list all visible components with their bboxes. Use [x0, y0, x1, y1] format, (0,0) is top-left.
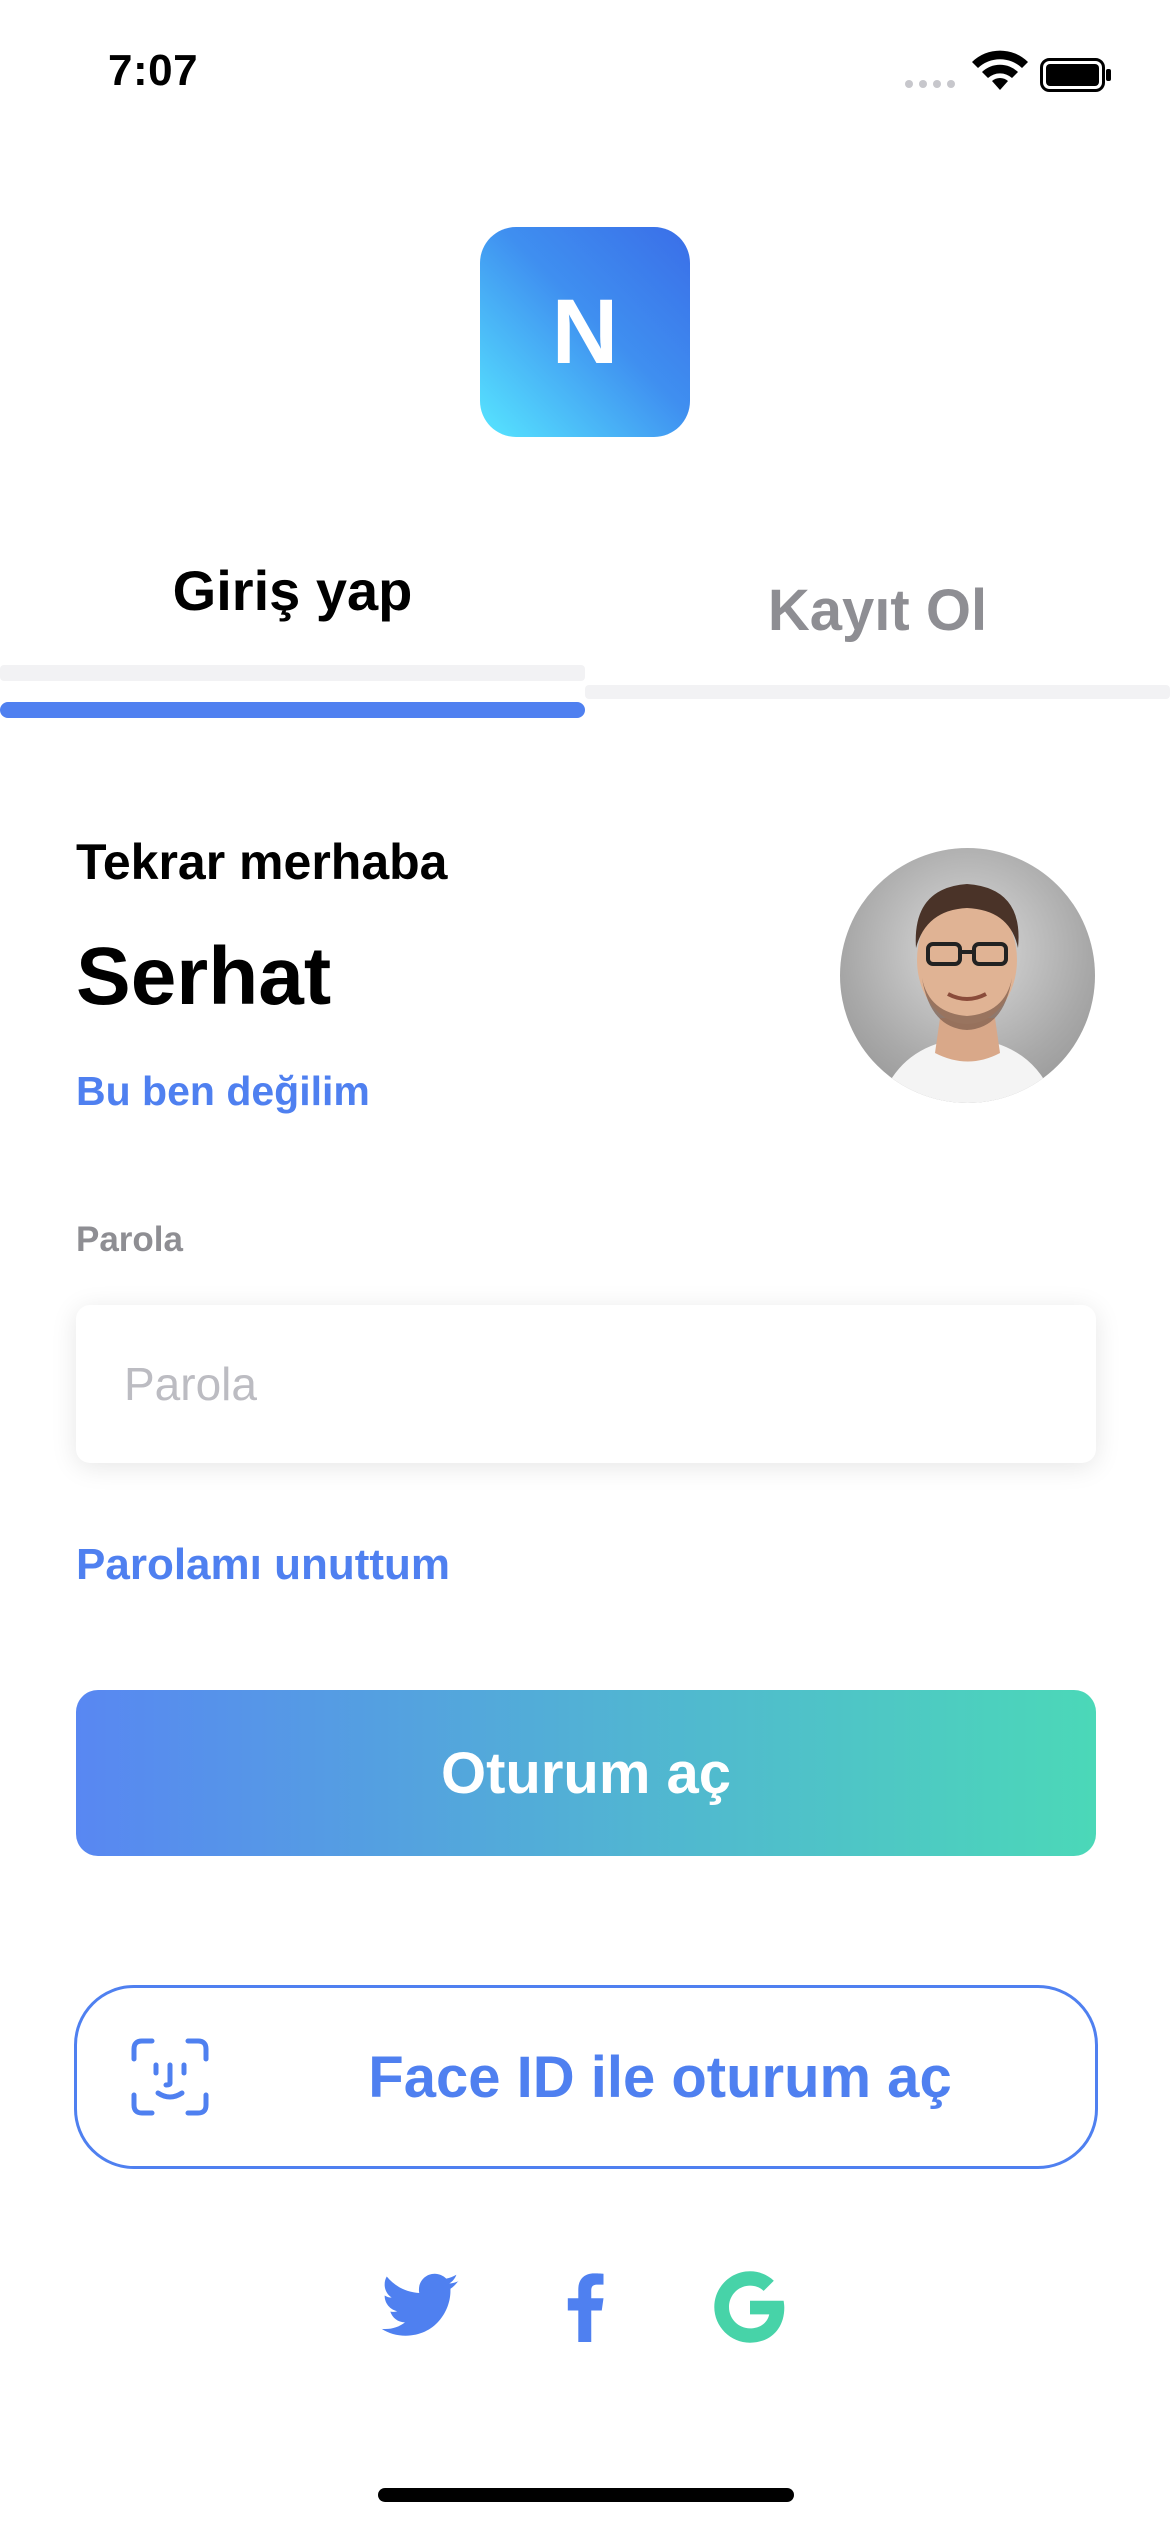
cellular-signal-icon: [905, 80, 955, 88]
active-tab-indicator: [0, 702, 585, 718]
app-logo: N: [480, 227, 690, 437]
login-button[interactable]: Oturum aç: [76, 1690, 1096, 1856]
google-icon[interactable]: [708, 2265, 792, 2349]
tab-track: [0, 665, 585, 681]
tab-login[interactable]: Giriş yap: [0, 545, 585, 635]
avatar: [840, 848, 1095, 1103]
wifi-icon: [972, 50, 1028, 90]
password-label: Parola: [76, 1220, 183, 1259]
avatar-portrait: [880, 884, 1055, 1103]
welcome-greeting: Tekrar merhaba: [76, 834, 448, 890]
user-name: Serhat: [76, 931, 332, 1022]
faceid-label: Face ID ile oturum aç: [368, 2044, 952, 2110]
facebook-icon[interactable]: [544, 2265, 628, 2349]
tab-register[interactable]: Kayıt Ol: [585, 565, 1170, 655]
battery-icon: [1040, 58, 1111, 92]
forgot-password-link[interactable]: Parolamı unuttum: [76, 1540, 450, 1590]
logo-letter: N: [551, 280, 619, 383]
twitter-icon[interactable]: [378, 2265, 462, 2349]
tab-track: [585, 685, 1170, 699]
status-time: 7:07: [108, 46, 199, 95]
password-input[interactable]: [76, 1305, 1096, 1463]
home-indicator: [378, 2488, 794, 2502]
faceid-icon: [131, 2038, 209, 2116]
not-me-link[interactable]: Bu ben değilim: [76, 1068, 370, 1115]
